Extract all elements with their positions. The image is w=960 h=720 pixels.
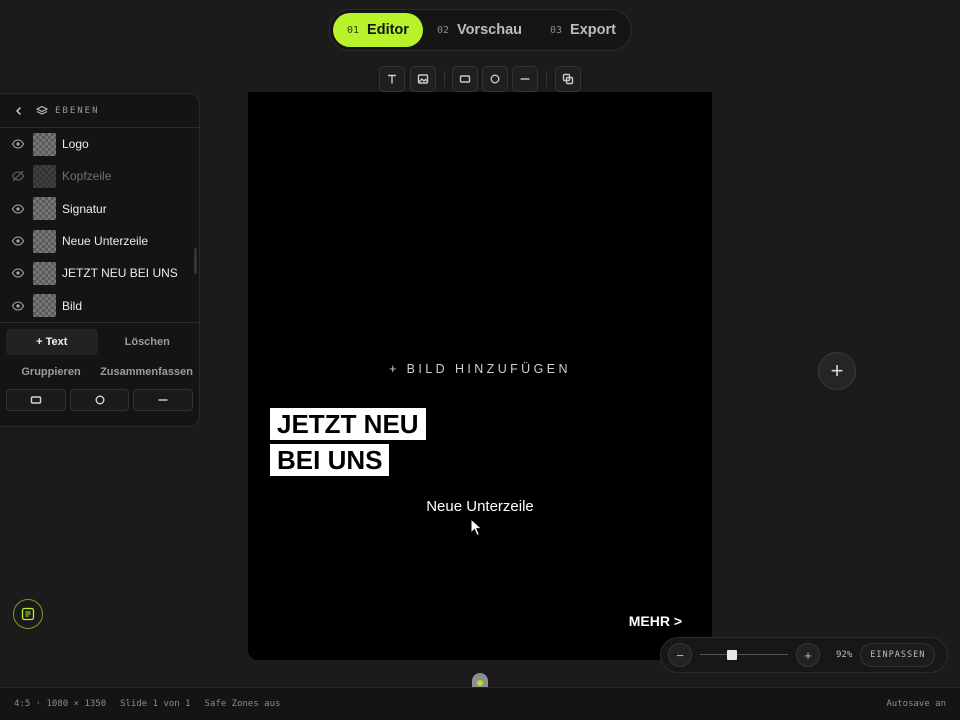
- add-circle-tool[interactable]: [482, 66, 508, 92]
- tab-label: Export: [570, 22, 616, 38]
- tab-number: 01: [347, 24, 360, 36]
- design-canvas[interactable]: + BILD HINZUFÜGEN JETZT NEU BEI UNS Neue…: [248, 92, 712, 660]
- cta-text[interactable]: MEHR >: [629, 613, 682, 629]
- add-line-tool[interactable]: [512, 66, 538, 92]
- layers-panel-header: EBENEN: [0, 94, 199, 128]
- layer-row-bild[interactable]: Bild: [0, 289, 199, 321]
- headline-line-2: BEI UNS: [270, 444, 390, 476]
- layer-row-logo[interactable]: Logo: [0, 128, 199, 160]
- layer-row-headline[interactable]: JETZT NEU BEI UNS: [0, 257, 199, 289]
- layers-actions: + Text Löschen Gruppieren Zusammenfassen: [0, 321, 199, 411]
- circle-icon: [95, 395, 104, 405]
- add-slide-button[interactable]: +: [818, 352, 856, 390]
- layer-name: Bild: [62, 298, 83, 313]
- eye-icon[interactable]: [11, 137, 25, 151]
- eye-off-icon[interactable]: [11, 169, 25, 183]
- tab-export[interactable]: 03 Export: [536, 13, 630, 47]
- tab-editor[interactable]: 01 Editor: [333, 13, 423, 47]
- step-tabs: 01 Editor 02 Vorschau 03 Export: [329, 9, 632, 51]
- layers-scrollbar[interactable]: [194, 248, 197, 274]
- eye-icon[interactable]: [11, 234, 25, 248]
- layer-thumbnail: [33, 229, 56, 253]
- toolbar-divider: [546, 71, 547, 87]
- add-rectangle-button[interactable]: [6, 388, 66, 411]
- zoom-slider[interactable]: [700, 645, 788, 665]
- tab-number: 03: [550, 24, 563, 36]
- layer-thumbnail: [33, 164, 56, 188]
- safe-zones-status[interactable]: Safe Zones aus: [205, 699, 281, 709]
- slide-indicator-dot: [477, 680, 483, 686]
- layer-name: Logo: [62, 137, 89, 152]
- merge-button[interactable]: Zusammenfassen: [100, 359, 193, 385]
- layers-list: Logo Kopfzeile Signatur Neue Unterzeile …: [0, 128, 199, 322]
- layer-row-kopfzeile[interactable]: Kopfzeile: [0, 160, 199, 192]
- group-button[interactable]: Gruppieren: [6, 359, 96, 385]
- layer-name: Signatur: [62, 201, 107, 216]
- layer-row-neue-unterzeile[interactable]: Neue Unterzeile: [0, 225, 199, 257]
- zoom-out-button[interactable]: −: [668, 643, 692, 667]
- add-image-tool[interactable]: [410, 66, 436, 92]
- tab-label: Editor: [367, 22, 409, 38]
- layer-name: Kopfzeile: [62, 169, 112, 184]
- logo-icon: [21, 607, 35, 621]
- image-icon: [417, 74, 429, 84]
- slide-handle[interactable]: [472, 673, 488, 687]
- tab-label: Vorschau: [456, 22, 522, 38]
- line-icon: [158, 399, 168, 401]
- headline-text[interactable]: JETZT NEU BEI UNS: [270, 408, 426, 480]
- eye-icon[interactable]: [11, 299, 25, 313]
- zoom-control: − + 92% EINPASSEN: [660, 637, 948, 673]
- rectangle-icon: [30, 396, 42, 404]
- layer-thumbnail: [33, 261, 56, 285]
- autosave-status: Autosave an: [886, 699, 946, 709]
- circle-icon: [490, 74, 500, 84]
- layer-name: Neue Unterzeile: [62, 234, 149, 249]
- slide-info: Slide 1 von 1: [120, 699, 191, 709]
- toolbar-divider: [444, 71, 445, 87]
- layer-thumbnail: [33, 132, 56, 156]
- zoom-slider-thumb[interactable]: [727, 650, 738, 660]
- layer-row-signatur[interactable]: Signatur: [0, 193, 199, 225]
- layer-name: JETZT NEU BEI UNS: [62, 266, 178, 281]
- layers-panel: EBENEN Logo Kopfzeile Signatur Neue Unte…: [0, 93, 200, 427]
- eye-icon[interactable]: [11, 266, 25, 280]
- add-line-button[interactable]: [133, 388, 194, 411]
- duplicate-tool[interactable]: [555, 66, 581, 92]
- zoom-percent: 92%: [836, 650, 853, 660]
- action-row: Gruppieren Zusammenfassen: [6, 359, 193, 385]
- eye-icon[interactable]: [11, 202, 25, 216]
- chevron-left-icon[interactable]: [14, 106, 24, 116]
- layer-thumbnail: [33, 294, 56, 318]
- add-text-button[interactable]: + Text: [6, 328, 98, 355]
- format-info: 4:5 · 1080 × 1350: [14, 699, 107, 709]
- tab-preview[interactable]: 02 Vorschau: [423, 13, 536, 47]
- layers-title-group: EBENEN: [36, 105, 100, 117]
- layers-panel-title: EBENEN: [55, 105, 100, 116]
- duplicate-icon: [562, 73, 574, 85]
- add-text-tool[interactable]: [379, 66, 405, 92]
- rectangle-icon: [459, 75, 471, 83]
- app-logo-button[interactable]: [13, 599, 43, 629]
- tab-number: 02: [436, 24, 449, 36]
- fit-button[interactable]: EINPASSEN: [860, 643, 936, 667]
- headline-line-1: JETZT NEU: [270, 408, 426, 440]
- shape-buttons: [6, 388, 194, 411]
- zoom-slider-track: [700, 654, 788, 655]
- layers-icon: [36, 105, 48, 115]
- action-row: + Text Löschen: [6, 328, 194, 355]
- add-image-placeholder[interactable]: + BILD HINZUFÜGEN: [248, 362, 712, 376]
- add-circle-button[interactable]: [69, 388, 130, 411]
- text-icon: [388, 74, 396, 84]
- layer-thumbnail: [33, 197, 56, 221]
- status-bar: 4:5 · 1080 × 1350 Slide 1 von 1 Safe Zon…: [0, 687, 960, 720]
- add-rectangle-tool[interactable]: [452, 66, 478, 92]
- zoom-in-button[interactable]: +: [796, 643, 820, 667]
- subline-text[interactable]: Neue Unterzeile: [248, 498, 712, 515]
- line-icon: [520, 78, 530, 80]
- delete-button[interactable]: Löschen: [102, 329, 194, 355]
- mouse-pointer-icon: [470, 518, 483, 537]
